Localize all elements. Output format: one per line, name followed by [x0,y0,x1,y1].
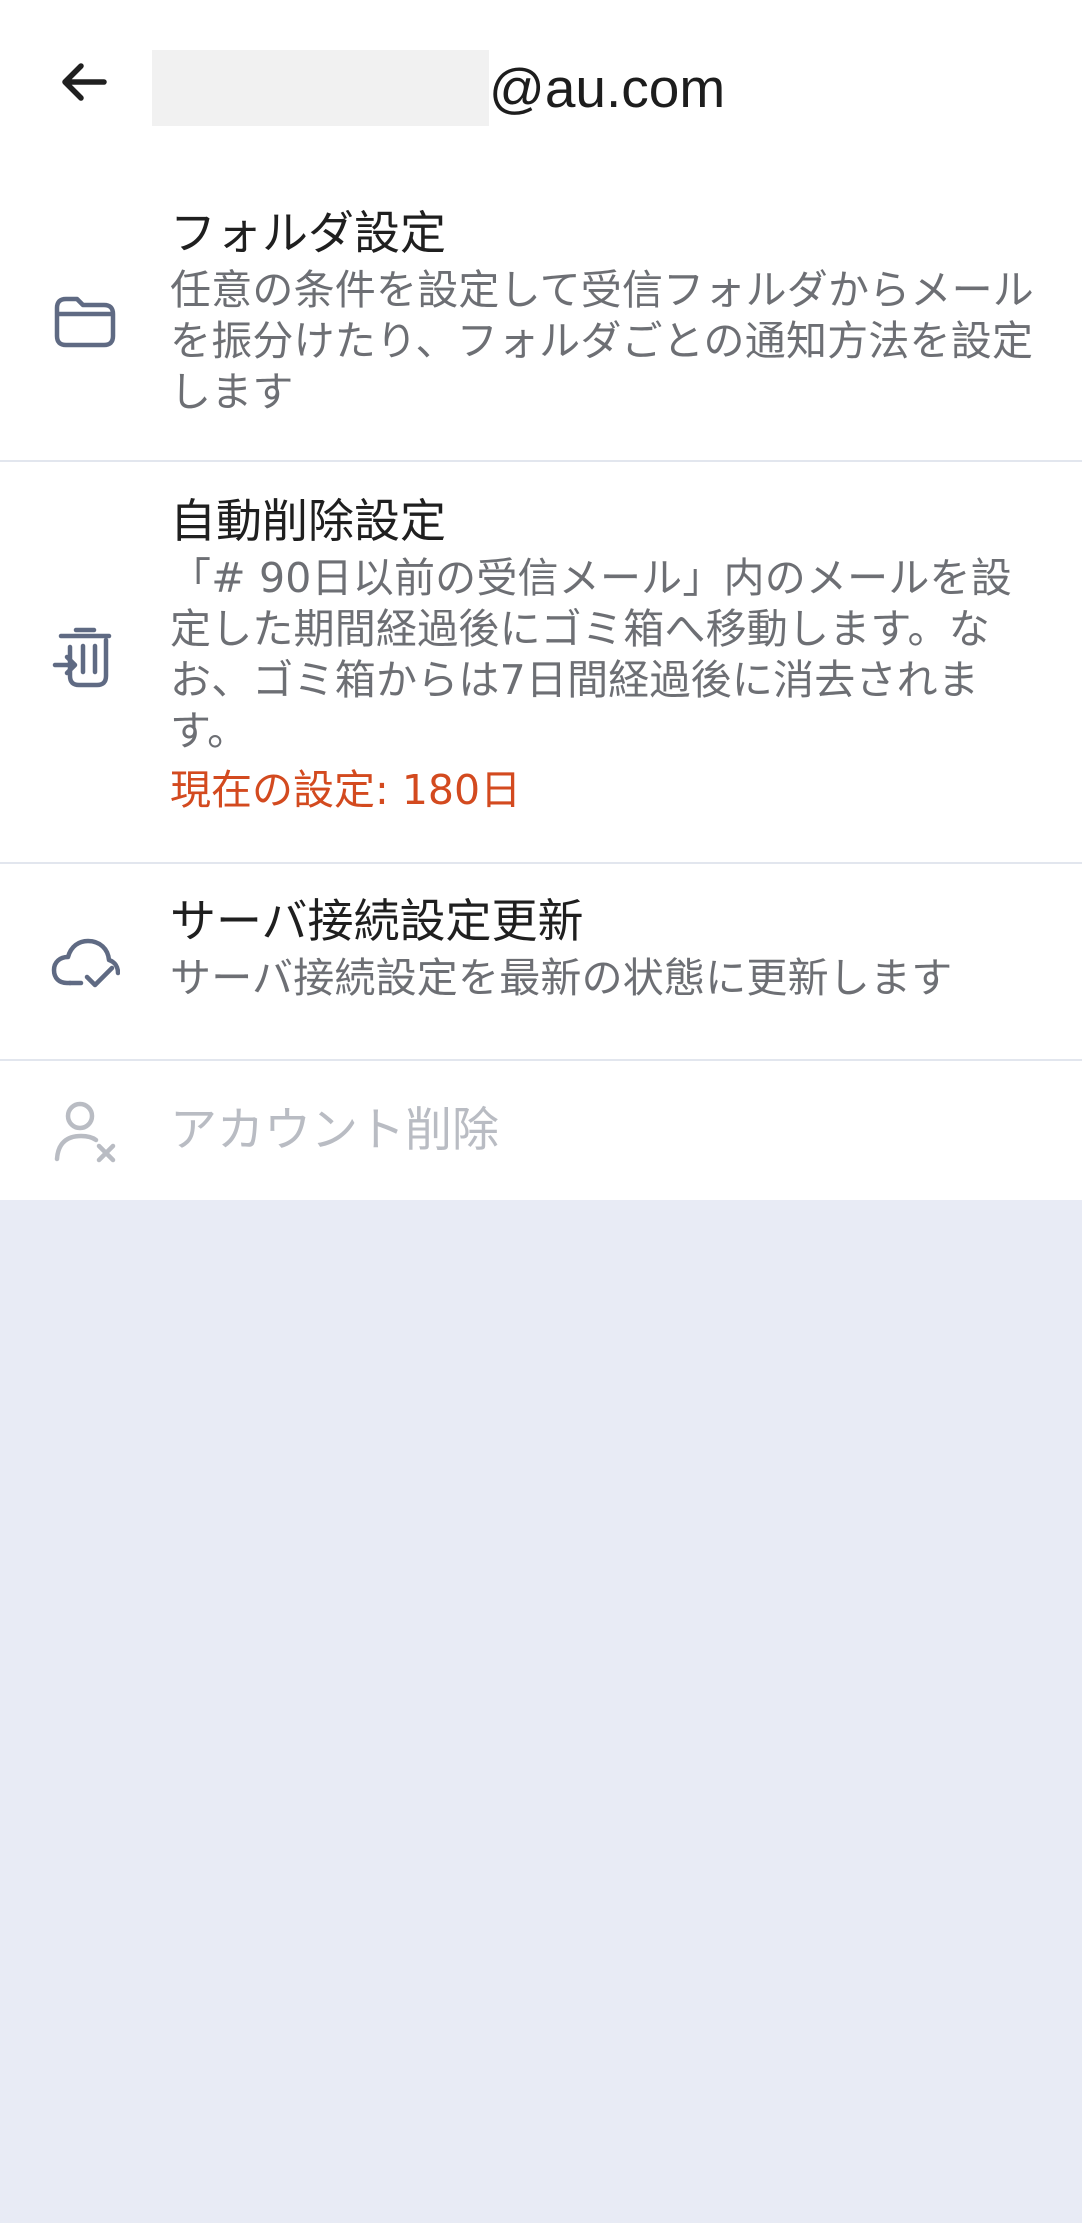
redacted-account-name [152,50,489,126]
back-button[interactable] [44,42,124,122]
account-domain: @au.com [489,57,726,119]
folder-settings-text: フォルダ設定 任意の条件を設定して受信フォルダからメールを振分けたり、フォルダご… [170,204,1034,418]
server-connection-update-text: サーバ接続設定更新 サーバ接続設定を最新の状態に更新します [170,892,1034,1004]
user-remove-icon [50,1096,120,1166]
auto-delete-settings-title: 自動削除設定 [170,494,446,548]
auto-delete-settings-item[interactable]: 自動削除設定 「# 90日以前の受信メール」内のメールを設定した期間経過後にゴミ… [0,462,1082,864]
arrow-left-icon [62,63,107,101]
auto-delete-settings-description: 「# 90日以前の受信メール」内のメールを設定した期間経過後にゴミ箱へ移動します… [170,554,1012,755]
mail-account-settings-screen: @au.com フォルダ設定 任意の条件を設定して受信フォルダからメールを振分け… [0,0,1082,2223]
trash-move-icon [50,620,120,690]
server-connection-update-item[interactable]: サーバ接続設定更新 サーバ接続設定を最新の状態に更新します [0,864,1082,1061]
delete-account-title: アカウント削除 [170,1103,499,1158]
folder-icon [50,285,120,355]
cloud-check-icon [50,929,120,999]
delete-account-text: アカウント削除 [170,1101,1034,1161]
delete-account-item: アカウント削除 [0,1061,1082,1200]
account-title: @au.com [152,50,725,126]
settings-list: フォルダ設定 任意の条件を設定して受信フォルダからメールを振分けたり、フォルダご… [0,170,1082,1200]
folder-settings-description: 任意の条件を設定して受信フォルダからメールを振分けたり、フォルダごとの通知方法を… [170,266,1034,416]
current-auto-delete-setting: 現在の設定: 180日 [170,766,522,814]
server-connection-update-title: サーバ接続設定更新 [170,894,584,948]
folder-settings-title: フォルダ設定 [170,206,446,260]
app-bar: @au.com [0,0,1082,170]
folder-settings-item[interactable]: フォルダ設定 任意の条件を設定して受信フォルダからメールを振分けたり、フォルダご… [0,170,1082,462]
server-connection-update-description: サーバ接続設定を最新の状態に更新します [170,954,953,1002]
auto-delete-settings-text: 自動削除設定 「# 90日以前の受信メール」内のメールを設定した期間経過後にゴミ… [170,492,1034,815]
